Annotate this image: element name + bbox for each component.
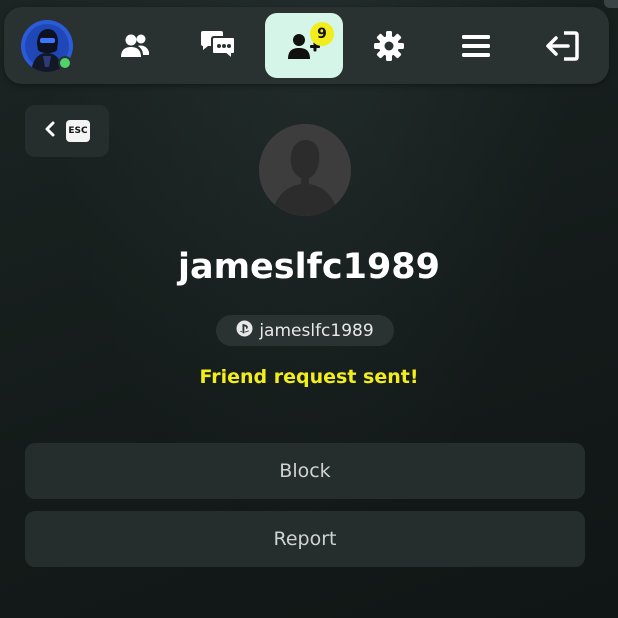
platform-username: jameslfc1989 [259, 320, 374, 341]
esc-key-hint: ESC [66, 120, 90, 142]
menu-icon [461, 33, 491, 59]
report-button[interactable]: Report [25, 511, 585, 567]
profile-screen: 9 ESC jameslfc1989 jameslfc1989 Friend r… [0, 0, 618, 618]
chevron-left-icon [44, 121, 56, 141]
online-status-dot [58, 56, 72, 70]
nav-menu[interactable] [437, 13, 515, 78]
nav-friends[interactable] [96, 13, 174, 78]
nav-exit[interactable] [523, 13, 601, 78]
nav-friend-requests[interactable]: 9 [265, 13, 343, 78]
friend-request-count-badge: 9 [310, 22, 334, 46]
friend-request-status: Friend request sent! [199, 366, 419, 388]
nav-chat[interactable] [179, 13, 257, 78]
nav-settings[interactable] [350, 13, 428, 78]
chat-icon [199, 30, 237, 62]
platform-account-chip: jameslfc1989 [216, 315, 394, 346]
block-button[interactable]: Block [25, 443, 585, 499]
profile-picture [259, 124, 351, 216]
top-nav-bar: 9 [4, 7, 609, 84]
friends-icon [118, 32, 152, 60]
exit-icon [544, 30, 580, 62]
player-avatar-button[interactable] [21, 20, 73, 72]
gear-icon [373, 30, 405, 62]
back-button[interactable]: ESC [25, 105, 109, 157]
default-silhouette-icon [259, 124, 351, 216]
profile-username: jameslfc1989 [177, 247, 441, 287]
playstation-icon [236, 320, 253, 342]
window-corner [604, 0, 618, 8]
